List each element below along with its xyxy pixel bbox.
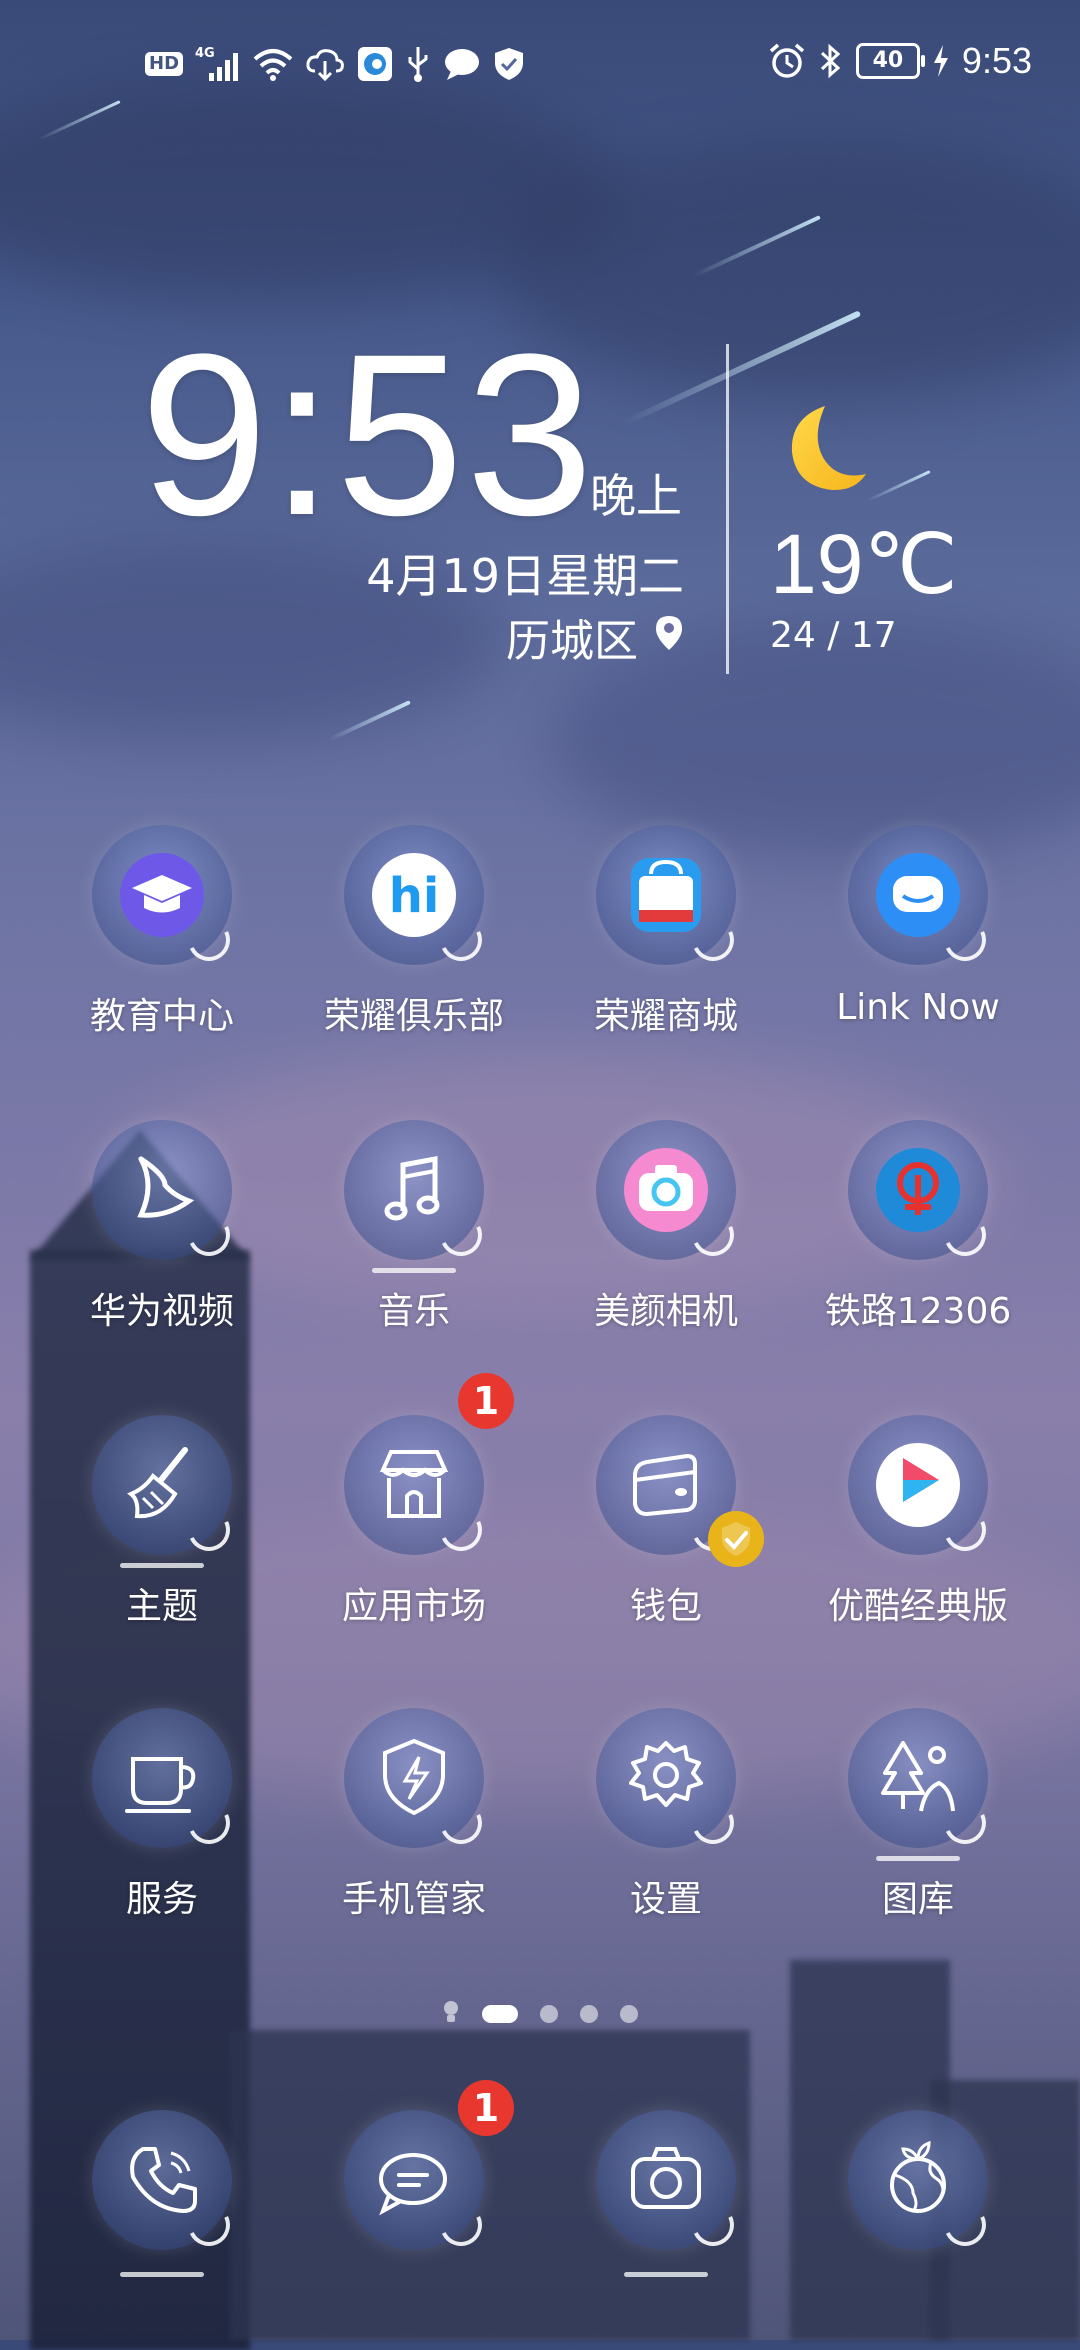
message-icon (443, 44, 481, 84)
recent-app-underline (624, 2272, 708, 2277)
widget-divider (726, 344, 729, 674)
moon-icon[interactable] (770, 400, 870, 504)
recent-app-underline (372, 1268, 456, 1273)
link-now-icon (848, 825, 988, 965)
dock-messages[interactable]: 1 (284, 2080, 544, 2250)
app-label: 应用市场 (341, 1586, 486, 1627)
coffee-cup-icon (92, 1708, 232, 1848)
app-themes[interactable]: 主题 (32, 1415, 292, 1629)
app-honor-club[interactable]: hi 荣耀俱乐部 (284, 825, 544, 1039)
phone-manager-shield-icon (344, 1708, 484, 1848)
app-wallet[interactable]: 钱包 (536, 1415, 796, 1629)
recent-app-underline (120, 1563, 204, 1568)
wifi-icon (253, 44, 293, 84)
music-note-icon (344, 1120, 484, 1260)
svg-text:hi: hi (389, 868, 440, 924)
brush-icon (92, 1415, 232, 1555)
app-label: 音乐 (377, 1291, 450, 1332)
page-dot[interactable] (580, 2005, 598, 2023)
widget-clock-time[interactable]: 9:53 (140, 320, 596, 550)
beauty-camera-icon (596, 1120, 736, 1260)
clock-weather-widget[interactable]: 9:53 晚上 4月19日星期二 历城区 19℃ 24 / 17 (0, 320, 1080, 680)
status-right-icons: 40 9:53 (768, 40, 1032, 82)
app-honor-store[interactable]: 荣耀商城 (536, 825, 796, 1039)
railway-icon (848, 1120, 988, 1260)
usb-icon (405, 44, 431, 84)
lightbulb-icon[interactable] (442, 2000, 460, 2028)
notification-badge: 1 (458, 1373, 514, 1429)
app-label: 手机管家 (341, 1879, 486, 1920)
browser-globe-icon (848, 2110, 988, 2250)
recent-app-underline (876, 1856, 960, 1861)
honor-store-icon (596, 825, 736, 965)
notification-badge: 1 (458, 2080, 514, 2136)
verified-check-icon (708, 1511, 764, 1567)
phone-icon (92, 2110, 232, 2250)
app-beauty-camera[interactable]: 美颜相机 (536, 1120, 796, 1334)
app-music[interactable]: 音乐 (284, 1120, 544, 1334)
weather-temp-range: 24 / 17 (770, 615, 897, 656)
status-left-icons: HD 4G (145, 44, 525, 84)
weather-temperature[interactable]: 19℃ (770, 515, 958, 613)
dock-browser[interactable] (788, 2110, 1048, 2250)
location-pin-icon (654, 612, 684, 663)
gallery-icon (848, 1708, 988, 1848)
app-railway-12306[interactable]: 铁路12306 (788, 1120, 1048, 1334)
alarm-icon (768, 41, 806, 81)
honor-club-icon: hi (344, 825, 484, 965)
widget-date[interactable]: 4月19日星期二 (366, 540, 684, 606)
education-cap-icon (92, 825, 232, 965)
app-label: 图库 (881, 1879, 954, 1920)
app-label: 设置 (629, 1879, 702, 1920)
browser-app-icon (357, 44, 393, 84)
charging-icon (932, 41, 950, 81)
app-youku-classic[interactable]: 优酷经典版 (788, 1415, 1048, 1629)
page-dot[interactable] (540, 2005, 558, 2023)
app-link-now[interactable]: Link Now (788, 825, 1048, 1028)
app-label: 铁路12306 (824, 1291, 1012, 1332)
signal-4g-icon: 4G (195, 44, 241, 84)
messages-icon (344, 2110, 484, 2250)
page-dot[interactable] (620, 2005, 638, 2023)
app-label: 美颜相机 (593, 1291, 738, 1332)
app-huawei-video[interactable]: 华为视频 (32, 1120, 292, 1334)
bluetooth-icon (818, 41, 844, 81)
status-time: 9:53 (961, 40, 1032, 81)
recent-app-underline (120, 2272, 204, 2277)
app-label: 教育中心 (89, 996, 234, 1037)
dock-phone[interactable] (32, 2110, 292, 2277)
app-label: 服务 (125, 1879, 198, 1920)
youku-icon (848, 1415, 988, 1555)
page-indicator[interactable] (0, 2000, 1080, 2028)
app-label: 主题 (125, 1586, 198, 1627)
app-education-center[interactable]: 教育中心 (32, 825, 292, 1039)
svg-text:4G: 4G (195, 46, 215, 61)
widget-period: 晚上 (590, 469, 682, 523)
app-market-icon (344, 1415, 484, 1555)
location-label: 历城区 (506, 616, 638, 667)
app-label: 优酷经典版 (827, 1586, 1008, 1627)
cloud-download-icon (305, 44, 345, 84)
app-label: 荣耀俱乐部 (323, 996, 504, 1037)
widget-location[interactable]: 历城区 (506, 605, 684, 669)
app-app-market[interactable]: 1 应用市场 (284, 1373, 544, 1629)
battery-icon: 40 (855, 41, 925, 81)
app-services[interactable]: 服务 (32, 1708, 292, 1922)
app-phone-manager[interactable]: 手机管家 (284, 1708, 544, 1922)
hd-icon: HD (145, 44, 184, 84)
app-settings[interactable]: 设置 (536, 1708, 796, 1922)
camera-icon (596, 2110, 736, 2250)
app-label: 华为视频 (89, 1291, 234, 1332)
video-icon (92, 1120, 232, 1260)
app-label: Link Now (836, 987, 1000, 1028)
app-gallery[interactable]: 图库 (788, 1708, 1048, 1922)
page-dot-active[interactable] (482, 2005, 518, 2023)
shield-icon (493, 44, 525, 84)
status-bar: HD 4G 40 9:53 (0, 0, 1080, 130)
app-label: 荣耀商城 (593, 996, 738, 1037)
dock-camera[interactable] (536, 2110, 796, 2277)
app-label: 钱包 (629, 1586, 702, 1627)
gear-icon (596, 1708, 736, 1848)
